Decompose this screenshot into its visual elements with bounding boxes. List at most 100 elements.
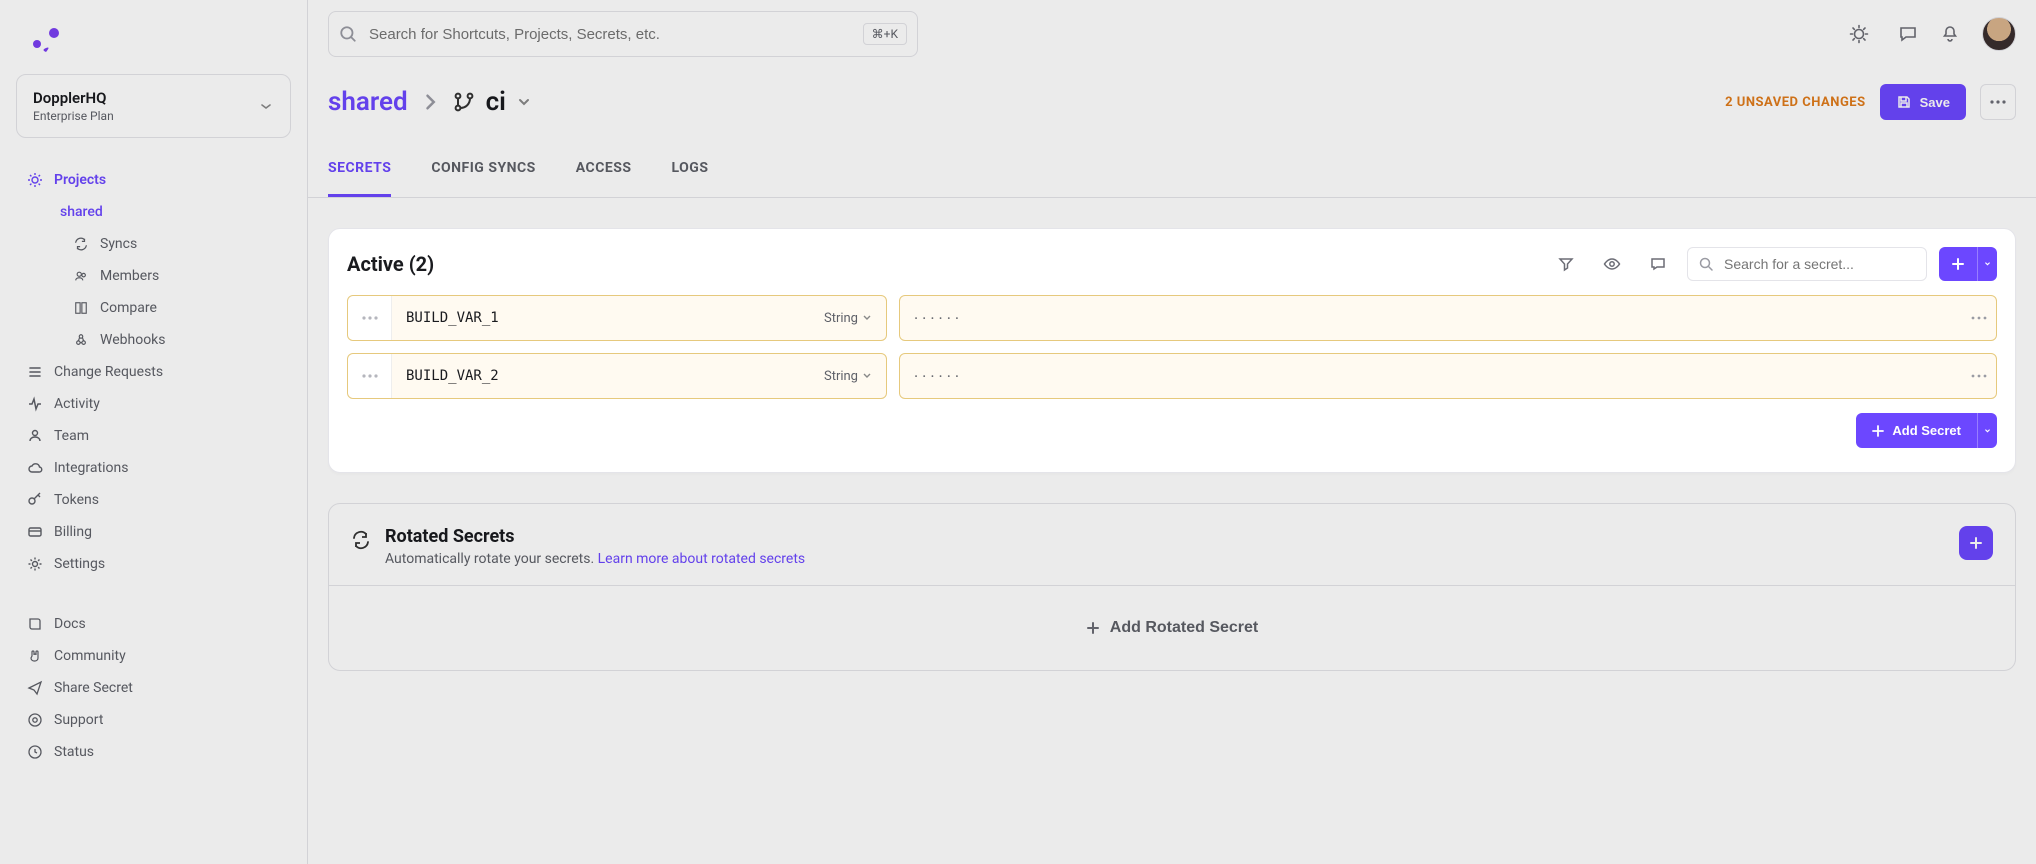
nav-tokens-label: Tokens (54, 492, 99, 508)
logo (30, 24, 64, 58)
team-icon (26, 428, 44, 444)
users-icon (72, 269, 90, 283)
nav-support-label: Support (54, 712, 103, 728)
secret-value-cell[interactable]: ······ (899, 295, 1997, 341)
save-icon (1896, 94, 1912, 110)
reveal-button[interactable] (1595, 247, 1629, 281)
save-button[interactable]: Save (1880, 84, 1966, 120)
compare-icon (72, 301, 90, 315)
send-icon (26, 680, 44, 696)
nav-syncs[interactable]: Syncs (16, 228, 291, 260)
book-icon (26, 616, 44, 632)
nav-projects[interactable]: Projects (16, 164, 291, 196)
nav-integrations[interactable]: Integrations (16, 452, 291, 484)
clock-icon (26, 744, 44, 760)
nav-compare-label: Compare (100, 300, 157, 316)
nav-docs-label: Docs (54, 616, 86, 632)
nav-share-secret[interactable]: Share Secret (16, 672, 291, 704)
settings-icon (26, 556, 44, 572)
tab-config-syncs[interactable]: CONFIG SYNCS (431, 160, 535, 197)
nav-project-shared-label: shared (60, 204, 103, 220)
chevron-right-icon (408, 92, 452, 112)
org-switcher[interactable]: DopplerHQ Enterprise Plan (16, 74, 291, 138)
add-rotated-secret-button[interactable]: Add Rotated Secret (1080, 618, 1264, 638)
comment-button[interactable] (1641, 247, 1675, 281)
nav-tokens[interactable]: Tokens (16, 484, 291, 516)
nav-webhooks[interactable]: Webhooks (16, 324, 291, 356)
nav-members[interactable]: Members (16, 260, 291, 292)
secret-search[interactable] (1687, 247, 1927, 281)
breadcrumb-project[interactable]: shared (328, 87, 408, 117)
rotated-plus-button[interactable] (1959, 526, 1993, 560)
nav-support[interactable]: Support (16, 704, 291, 736)
secret-search-input[interactable] (1722, 255, 1916, 273)
nav-activity[interactable]: Activity (16, 388, 291, 420)
chevron-down-icon[interactable] (516, 94, 532, 110)
rotated-learn-more[interactable]: Learn more about rotated secrets (598, 551, 806, 567)
tab-logs[interactable]: LOGS (672, 160, 709, 197)
sidebar: DopplerHQ Enterprise Plan Projects share… (0, 0, 308, 864)
nav-docs[interactable]: Docs (16, 608, 291, 640)
save-button-label: Save (1920, 95, 1950, 110)
secret-row: BUILD_VAR_2 String ······ (347, 353, 1997, 399)
nav-billing[interactable]: Billing (16, 516, 291, 548)
search-kbd: ⌘+K (863, 23, 907, 45)
panel-add-dropdown[interactable] (1977, 247, 1997, 281)
nav-change-requests-label: Change Requests (54, 364, 163, 380)
secret-key-cell[interactable]: BUILD_VAR_2 String (347, 353, 887, 399)
nav-members-label: Members (100, 268, 159, 284)
nav-status-label: Status (54, 744, 94, 760)
secret-type[interactable]: String (824, 369, 886, 384)
gear-icon (26, 172, 44, 188)
main: ⌘+K shared (308, 0, 2036, 864)
rotated-title: Rotated Secrets (385, 526, 805, 547)
drag-handle-icon[interactable] (348, 296, 392, 340)
nav-webhooks-label: Webhooks (100, 332, 166, 348)
row-menu-button[interactable] (1962, 316, 1996, 320)
secret-value-masked: ······ (900, 367, 1962, 386)
add-secret-button[interactable]: Add Secret (1856, 413, 1977, 448)
key-icon (26, 492, 44, 508)
add-secret-dropdown[interactable] (1977, 413, 1997, 448)
tab-access[interactable]: ACCESS (576, 160, 632, 197)
secret-value-masked: ······ (900, 309, 1962, 328)
secret-value-cell[interactable]: ······ (899, 353, 1997, 399)
webhook-icon (72, 333, 90, 347)
global-search-input[interactable] (367, 25, 853, 44)
chat-icon[interactable] (1898, 24, 1918, 44)
nav-team[interactable]: Team (16, 420, 291, 452)
secret-key-cell[interactable]: BUILD_VAR_1 String (347, 295, 887, 341)
panel-add-button[interactable] (1939, 247, 1977, 281)
bell-icon[interactable] (1940, 24, 1960, 44)
row-menu-button[interactable] (1962, 374, 1996, 378)
chevron-down-icon (258, 98, 274, 114)
cloud-icon (26, 460, 44, 476)
search-icon (339, 25, 357, 43)
secret-key: BUILD_VAR_1 (392, 310, 824, 326)
secret-type[interactable]: String (824, 311, 886, 326)
nav-status[interactable]: Status (16, 736, 291, 768)
tab-secrets[interactable]: SECRETS (328, 160, 391, 197)
breadcrumb: shared ci 2 UNSAVED CHANGES (308, 46, 2036, 120)
nav-syncs-label: Syncs (100, 236, 137, 252)
nav-change-requests[interactable]: Change Requests (16, 356, 291, 388)
nav-billing-label: Billing (54, 524, 92, 540)
nav-compare[interactable]: Compare (16, 292, 291, 324)
nav-project-shared[interactable]: shared (16, 196, 291, 228)
more-button[interactable] (1980, 84, 2016, 120)
nav-share-secret-label: Share Secret (54, 680, 133, 696)
unsaved-changes: 2 UNSAVED CHANGES (1725, 95, 1866, 110)
nav-settings-label: Settings (54, 556, 105, 572)
nav-settings[interactable]: Settings (16, 548, 291, 580)
add-rotated-secret-label: Add Rotated Secret (1110, 619, 1258, 637)
filter-button[interactable] (1549, 247, 1583, 281)
panel-title: Active (2) (347, 252, 434, 276)
nav-community[interactable]: Community (16, 640, 291, 672)
rotated-subtitle: Automatically rotate your secrets. Learn… (385, 551, 805, 567)
rotate-icon (351, 530, 371, 550)
breadcrumb-config[interactable]: ci (486, 87, 506, 117)
drag-handle-icon[interactable] (348, 354, 392, 398)
secret-row: BUILD_VAR_1 String ······ (347, 295, 1997, 341)
card-icon (26, 524, 44, 540)
life-ring-icon (26, 712, 44, 728)
